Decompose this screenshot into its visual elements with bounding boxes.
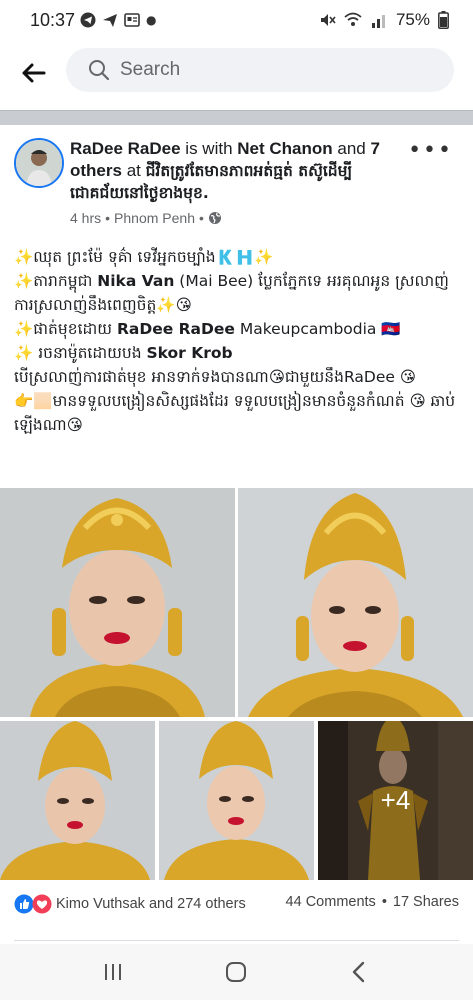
system-nav-bar xyxy=(0,944,473,1000)
shares-count[interactable]: 17 Shares xyxy=(393,894,459,910)
with-text: is with xyxy=(180,139,238,158)
love-icon xyxy=(32,894,52,914)
battery-icon xyxy=(438,11,449,29)
portrait-image xyxy=(159,721,314,880)
tagged-friend[interactable]: Net Chanon xyxy=(237,139,332,158)
signal-icon xyxy=(371,15,385,28)
feed-divider xyxy=(0,110,473,125)
post-time[interactable]: 4 hrs xyxy=(70,210,101,226)
reactions-bar: Kimo Vuthsak and 274 others 44 Comments … xyxy=(0,888,473,922)
author-name[interactable]: RaDee RaDee xyxy=(70,139,181,158)
search-input[interactable]: Search xyxy=(66,48,454,92)
post-line: ✨ផាត់មុខដោយ RaDee RaDee Makeupcambodia 🇰… xyxy=(14,320,401,338)
system-icons: 75% xyxy=(318,10,449,30)
post-line: បើស្រលាញ់ការផាត់មុខ អានទាក់ទងបានណា😘ជាមួយ… xyxy=(14,368,416,386)
clock: 10:37 xyxy=(30,10,76,30)
portrait-image xyxy=(0,488,235,717)
notification-icons: ● xyxy=(80,12,156,28)
post-header: RaDee RaDee is with Net Chanon and 7 oth… xyxy=(0,124,473,234)
photo-4[interactable] xyxy=(159,721,314,880)
search-placeholder: Search xyxy=(120,59,181,80)
mute-icon xyxy=(320,14,336,26)
and-text: and xyxy=(332,139,371,158)
home-icon[interactable] xyxy=(221,958,251,986)
post-body: ✨ឈុត ព្រះម៉ែ ទុគ៌ា ទេវីអ្នកចម្បាំង🇰🇭✨ ✨ត… xyxy=(14,245,461,437)
telegram-icon xyxy=(80,12,96,28)
status-bar: 10:37 ● 75% xyxy=(0,0,473,44)
search-icon xyxy=(89,60,110,81)
more-options-icon[interactable]: ••• xyxy=(408,138,453,163)
photo-2[interactable] xyxy=(238,488,473,717)
wifi-icon xyxy=(344,12,362,26)
engagement-dot: • xyxy=(381,894,387,910)
post-meta: 4 hrs • Phnom Penh • xyxy=(70,210,222,226)
post-line: ✨ឈុត ព្រះម៉ែ ទុគ៌ា ទេវីអ្នកចម្បាំង🇰🇭✨ xyxy=(14,248,274,266)
post-author-line: RaDee RaDee is with Net Chanon and 7 oth… xyxy=(70,138,410,204)
back-arrow-icon[interactable] xyxy=(18,58,48,88)
recent-apps-icon[interactable] xyxy=(98,958,128,986)
back-nav-icon[interactable] xyxy=(344,958,374,986)
battery-percent: 75% xyxy=(395,10,430,29)
post-line: ✨តារាកម្ពុជា Nika Van (Mai Bee) ប្លែកភ្ន… xyxy=(14,272,449,314)
photo-1[interactable] xyxy=(0,488,235,717)
dot-icon: ● xyxy=(146,13,157,27)
engagement-counts: 44 Comments • 17 Shares xyxy=(286,894,459,910)
comments-count[interactable]: 44 Comments xyxy=(286,894,376,910)
reactions-summary[interactable]: Kimo Vuthsak and 274 others xyxy=(14,894,246,914)
portrait-image xyxy=(0,721,155,880)
photo-grid: +4 xyxy=(0,488,473,880)
portrait-image xyxy=(238,488,473,717)
news-icon xyxy=(124,13,140,27)
send-icon xyxy=(103,14,117,27)
more-photos-overlay[interactable]: +4 xyxy=(318,721,473,880)
at-text: at xyxy=(121,161,146,180)
action-divider xyxy=(14,940,459,941)
globe-icon xyxy=(208,212,221,224)
photo-3[interactable] xyxy=(0,721,155,880)
avatar-image xyxy=(16,140,62,186)
reactions-text: Kimo Vuthsak and 274 others xyxy=(56,896,246,912)
post-line: ✨ រចនាម៉ូតដោយបង Skor Krob xyxy=(14,344,233,362)
author-avatar[interactable] xyxy=(14,138,64,188)
meta-dot: • xyxy=(105,210,111,226)
post-location[interactable]: Phnom Penh xyxy=(114,210,195,226)
meta-dot-2: • xyxy=(198,210,204,226)
post-line: 👉🏻មានទទួលបង្រៀនសិស្សផងដែរ ទទួលបង្រៀនមានច… xyxy=(14,392,456,434)
like-icon xyxy=(14,894,34,914)
search-header: Search xyxy=(0,44,473,108)
more-photos-count: +4 xyxy=(380,785,411,815)
photo-5[interactable]: +4 xyxy=(318,721,473,880)
